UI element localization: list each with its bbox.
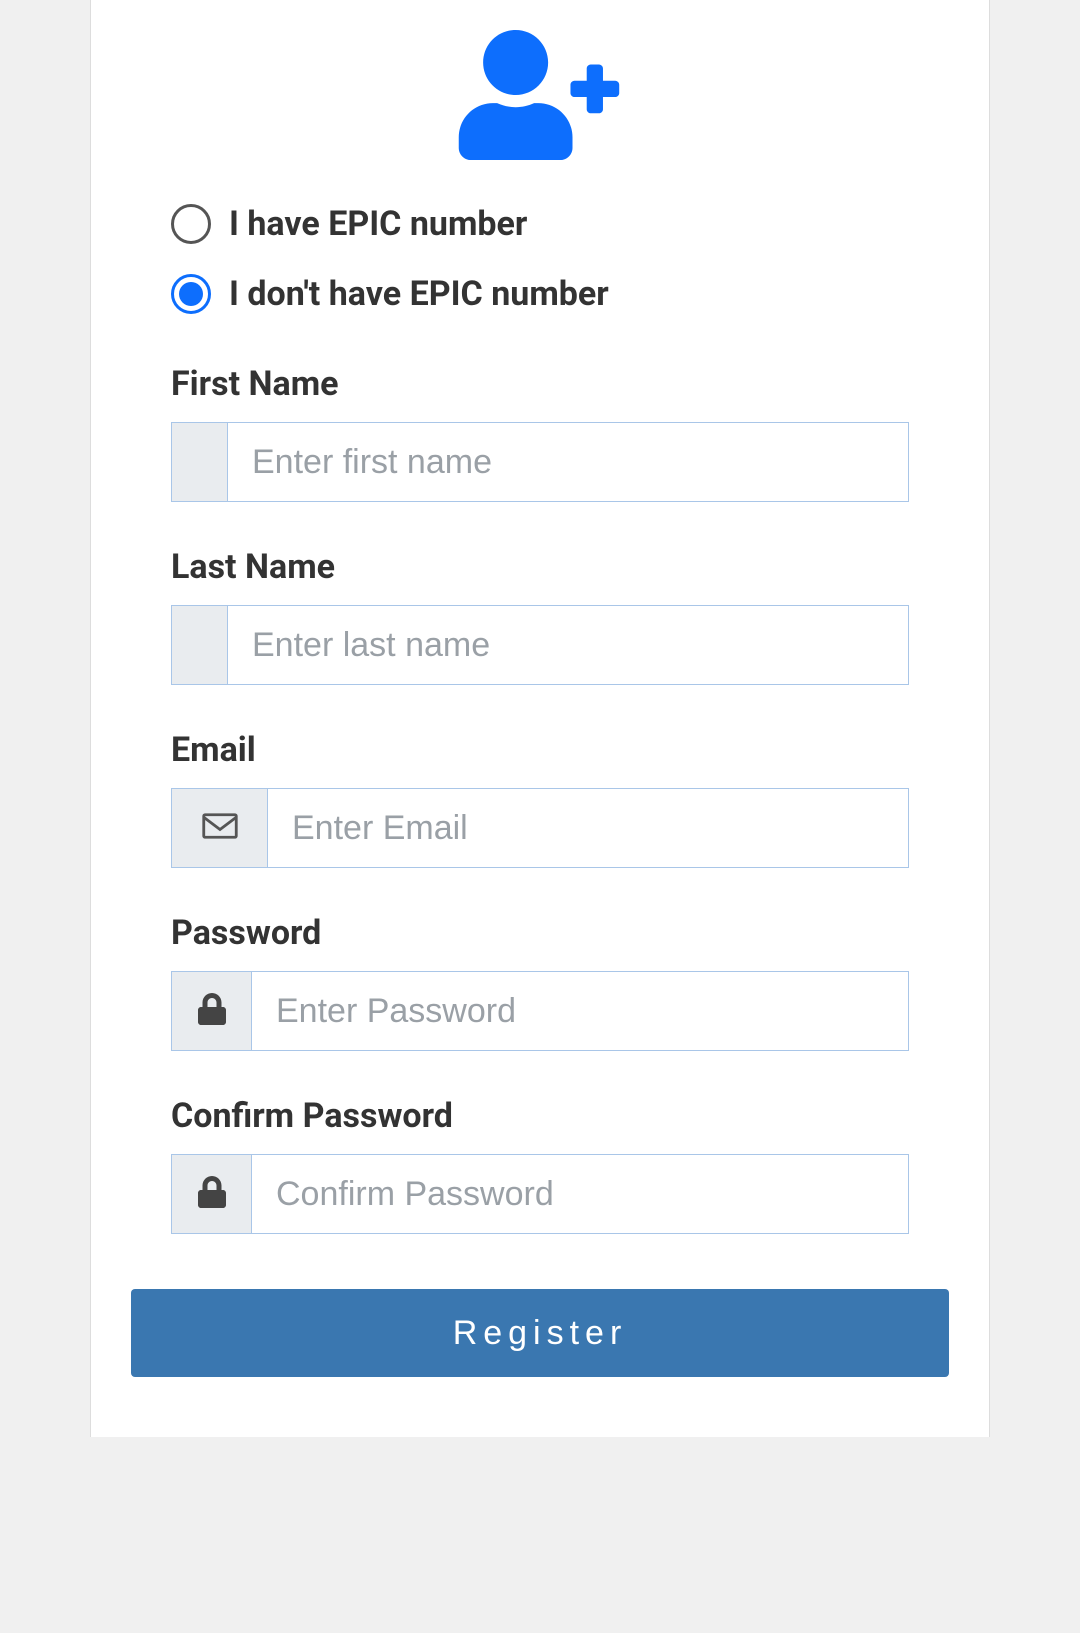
radio-no-epic[interactable]: I don't have EPIC number	[171, 274, 909, 314]
first-name-input-group	[171, 422, 909, 502]
email-input-group	[171, 788, 909, 868]
password-group: Password	[171, 913, 909, 1051]
confirm-password-label: Confirm Password	[171, 1096, 909, 1136]
input-addon-confirm-password	[171, 1154, 251, 1234]
header-icon-wrapper	[171, 30, 909, 164]
last-name-label: Last Name	[171, 547, 909, 587]
input-addon-blank	[171, 422, 227, 502]
register-button[interactable]: Register	[131, 1289, 949, 1377]
confirm-password-group: Confirm Password	[171, 1096, 909, 1234]
confirm-password-input-group	[171, 1154, 909, 1234]
first-name-input[interactable]	[227, 422, 909, 502]
last-name-input-group	[171, 605, 909, 685]
registration-card: I have EPIC number I don't have EPIC num…	[90, 0, 990, 1437]
first-name-label: First Name	[171, 364, 909, 404]
epic-radio-group: I have EPIC number I don't have EPIC num…	[171, 204, 909, 314]
last-name-input[interactable]	[227, 605, 909, 685]
radio-circle-icon	[171, 274, 211, 314]
password-label: Password	[171, 913, 909, 953]
radio-circle-icon	[171, 204, 211, 244]
envelope-icon	[200, 806, 240, 850]
email-label: Email	[171, 730, 909, 770]
confirm-password-input[interactable]	[251, 1154, 909, 1234]
password-input-group	[171, 971, 909, 1051]
register-button-wrapper: Register	[131, 1279, 949, 1377]
radio-label: I don't have EPIC number	[229, 274, 609, 314]
input-addon-password	[171, 971, 251, 1051]
last-name-group: Last Name	[171, 547, 909, 685]
input-addon-email	[171, 788, 267, 868]
input-addon-blank	[171, 605, 227, 685]
radio-have-epic[interactable]: I have EPIC number	[171, 204, 909, 244]
lock-icon	[196, 1176, 228, 1212]
radio-label: I have EPIC number	[229, 204, 527, 244]
email-input[interactable]	[267, 788, 909, 868]
password-input[interactable]	[251, 971, 909, 1051]
email-group: Email	[171, 730, 909, 868]
first-name-group: First Name	[171, 364, 909, 502]
lock-icon	[196, 993, 228, 1029]
user-plus-icon	[455, 30, 625, 164]
